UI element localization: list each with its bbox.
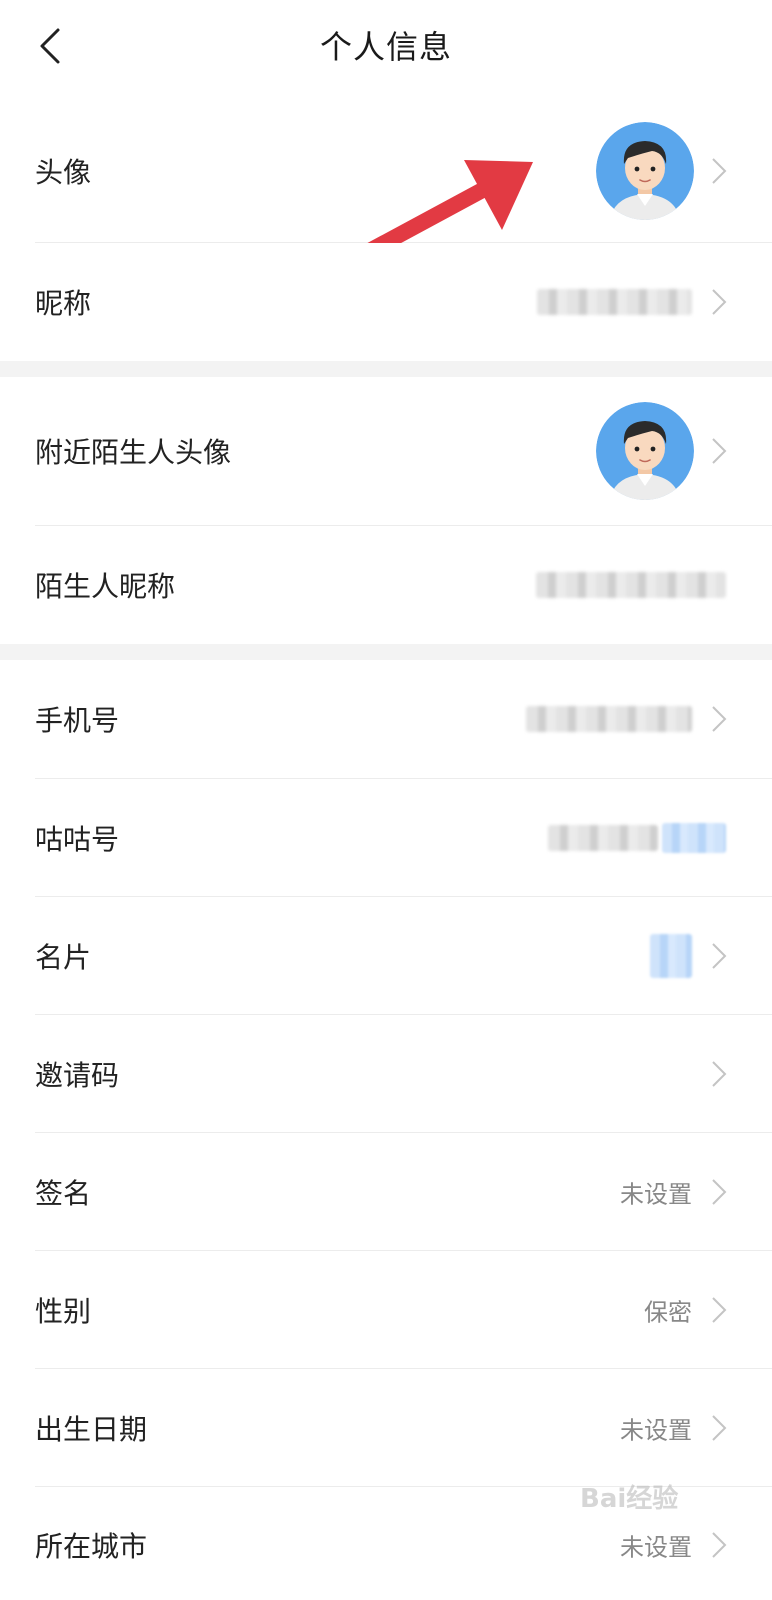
chevron-right-icon	[712, 158, 727, 184]
row-label: 陌生人昵称	[35, 570, 176, 603]
row-label: 手机号	[35, 704, 120, 737]
row-value: 保密	[644, 1298, 692, 1326]
blurred-phone	[526, 706, 692, 732]
row-value: 未设置	[620, 1180, 692, 1208]
row-label: 性别	[35, 1294, 92, 1328]
copy-badge[interactable]	[662, 822, 726, 853]
row-label: 头像	[35, 156, 92, 189]
row-card[interactable]: 名片	[0, 897, 772, 1014]
chevron-right-icon	[712, 942, 727, 969]
chevron-right-icon	[712, 1060, 727, 1087]
chevron-right-icon	[712, 706, 727, 732]
row-invite-code[interactable]: 邀请码	[0, 1015, 772, 1132]
page-title: 个人信息	[319, 28, 452, 66]
blurred-stranger-nickname	[536, 572, 726, 598]
row-value: 未设置	[620, 1416, 692, 1444]
row-birthday[interactable]: 出生日期 未设置	[0, 1369, 772, 1486]
row-label: 咕咕号	[35, 822, 120, 856]
row-label: 邀请码	[35, 1058, 120, 1092]
chevron-right-icon	[712, 438, 727, 464]
row-label: 附近陌生人头像	[35, 436, 232, 469]
row-nickname[interactable]: 昵称	[0, 243, 772, 361]
qr-code-icon	[650, 933, 692, 978]
avatar	[596, 402, 694, 500]
chevron-right-icon	[712, 1178, 727, 1205]
section-gap	[0, 644, 772, 660]
chevron-right-icon	[712, 289, 727, 315]
row-stranger-nickname[interactable]: 陌生人昵称	[0, 526, 772, 644]
top-bar: 个人信息	[0, 0, 772, 92]
row-label: 出生日期	[35, 1412, 148, 1446]
row-label: 所在城市	[35, 1530, 148, 1563]
baidu-watermark: Bai经验	[580, 1484, 679, 1514]
row-label: 签名	[35, 1176, 92, 1210]
row-nearby-avatar[interactable]: 附近陌生人头像	[0, 377, 772, 525]
chevron-right-icon	[712, 1414, 727, 1441]
row-label: 昵称	[35, 287, 92, 320]
chevron-right-icon	[712, 1296, 727, 1323]
row-gender[interactable]: 性别 保密	[0, 1251, 772, 1368]
row-signature[interactable]: 签名 未设置	[0, 1133, 772, 1250]
avatar	[596, 122, 694, 220]
blurred-nickname	[537, 289, 692, 315]
row-gugu-id[interactable]: 咕咕号	[0, 779, 772, 896]
section-gap	[0, 361, 772, 377]
row-label: 名片	[35, 940, 92, 974]
blurred-gugu-id	[548, 824, 658, 851]
row-phone[interactable]: 手机号	[0, 660, 772, 778]
